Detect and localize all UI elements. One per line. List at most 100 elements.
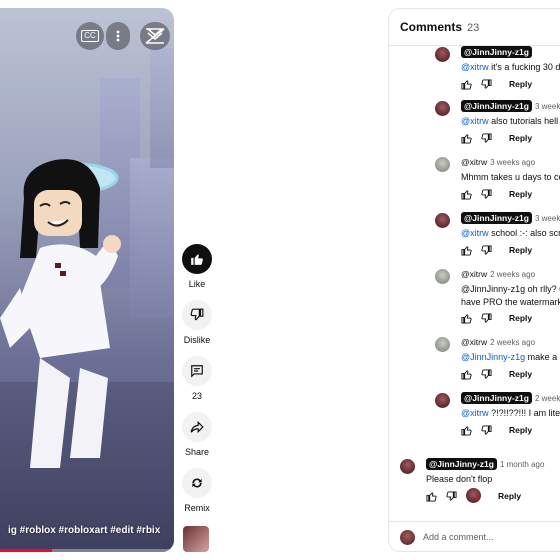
comment-text: @xitrw it's a fucking 30 d xyxy=(461,61,560,74)
thumb-up-icon[interactable] xyxy=(461,133,472,144)
thumb-up-icon[interactable] xyxy=(461,425,472,436)
reply-button[interactable]: Reply xyxy=(509,245,532,255)
comment-item: @JinnJinny-z1g2 weeks @xitrw ?!?!!??!!! I… xyxy=(389,387,560,437)
dislike-label: Dislike xyxy=(183,335,211,345)
comment-mention[interactable]: @JinnJinny-z1g xyxy=(461,352,525,362)
comment-item: @xitrw 2 weeks ago @JinnJinny-z1g make a Re… xyxy=(389,331,560,381)
reply-button[interactable]: Reply xyxy=(509,133,532,143)
avatar[interactable] xyxy=(435,213,450,228)
thumb-down-icon[interactable] xyxy=(481,313,492,324)
reply-button[interactable]: Reply xyxy=(509,79,532,89)
more-vert-icon xyxy=(116,30,120,42)
thumb-up-icon[interactable] xyxy=(461,313,472,324)
comment-time: 3 weeks ago xyxy=(490,158,536,167)
comment-mention[interactable]: @xitrw xyxy=(461,228,489,238)
comment-meta: @JinnJinny-z1g2 weeks xyxy=(461,392,560,404)
collapse-icon xyxy=(145,28,165,44)
comments-panel: Comments 23 @JinnJinny-z1g @xitrw it's a f… xyxy=(388,8,560,552)
add-comment-input[interactable]: Add a comment... xyxy=(423,532,494,542)
thumb-down-icon[interactable] xyxy=(481,79,492,90)
comment-mention[interactable]: @xitrw xyxy=(461,62,489,72)
video-caption[interactable]: ig #roblox #robloxart #edit #rbix xyxy=(8,525,174,536)
reply-button[interactable]: Reply xyxy=(509,189,532,199)
comment-time: 3 weeks xyxy=(534,102,560,111)
comment-actions: Reply xyxy=(461,425,560,437)
comment-text: @xitrw school :-: also scr xyxy=(461,227,560,240)
thumb-down-icon[interactable] xyxy=(481,425,492,436)
comment-mention[interactable]: @xitrw xyxy=(461,408,489,418)
comment-icon xyxy=(191,365,203,378)
comment-body: school :-: also scr xyxy=(488,228,560,238)
comment-author[interactable]: @JinnJinny-z1g xyxy=(461,46,532,58)
comment-author[interactable]: @xitrw xyxy=(461,337,487,347)
comment-text: Mhmm takes u days to co xyxy=(461,171,560,184)
comments-title: Comments xyxy=(400,20,463,34)
reply-button[interactable]: Reply xyxy=(509,313,532,323)
comment-actions: Reply xyxy=(461,313,560,325)
comment-item: @JinnJinny-z1g 1 month ago Please don't fl… xyxy=(389,453,560,503)
thumb-down-icon[interactable] xyxy=(481,245,492,256)
avatar[interactable] xyxy=(435,393,450,408)
avatar[interactable] xyxy=(435,101,450,116)
thumb-down-icon[interactable] xyxy=(481,133,492,144)
avatar[interactable] xyxy=(400,459,415,474)
background-building xyxy=(150,48,174,168)
reply-button[interactable]: Reply xyxy=(498,491,521,501)
add-comment-bar[interactable]: Add a comment... xyxy=(389,521,560,551)
channel-thumbnail[interactable] xyxy=(183,526,209,552)
comment-time: 3 weeks xyxy=(534,214,560,223)
thumb-up-icon[interactable] xyxy=(461,369,472,380)
heart-icon: ♥ xyxy=(475,496,480,503)
comment-time: 2 weeks xyxy=(534,394,560,403)
comment-text: @xitrw also tutorials hell xyxy=(461,115,558,128)
remix-icon xyxy=(192,478,202,488)
thumb-up-icon[interactable] xyxy=(426,491,437,502)
comments-button[interactable]: 23 xyxy=(180,356,214,401)
comment-actions: Reply xyxy=(461,133,560,145)
comment-meta: @xitrw 3 weeks ago xyxy=(461,157,535,167)
comment-actions: Reply xyxy=(461,245,560,257)
comment-meta: @JinnJinny-z1g3 weeks xyxy=(461,212,560,224)
short-video-player[interactable]: CC ig #roblox #robloxart #edit #rbix xyxy=(0,8,174,552)
like-button[interactable]: Like xyxy=(180,244,214,289)
comment-item: @JinnJinny-z1g3 weeks @xitrw school :-: a… xyxy=(389,207,560,257)
comment-time: 2 weeks ago xyxy=(490,338,536,347)
video-progress-bar[interactable] xyxy=(0,549,174,552)
comment-mention[interactable]: @xitrw xyxy=(461,116,489,126)
comment-author[interactable]: @xitrw xyxy=(461,157,487,167)
comments-count: 23 xyxy=(191,391,202,401)
thumb-down-icon[interactable] xyxy=(481,189,492,200)
thumb-down-icon[interactable] xyxy=(446,491,457,502)
dislike-button[interactable]: Dislike xyxy=(180,300,214,345)
roblox-character xyxy=(0,159,121,468)
comment-author[interactable]: @JinnJinny-z1g xyxy=(461,392,532,404)
remix-button[interactable]: Remix xyxy=(180,468,214,513)
comment-meta: @JinnJinny-z1g xyxy=(461,46,535,58)
reply-button[interactable]: Reply xyxy=(509,369,532,379)
avatar[interactable] xyxy=(435,269,450,284)
comments-header: Comments 23 xyxy=(389,9,560,46)
comment-body-line2: have PRO the watermark xyxy=(461,297,560,307)
thumb-up-icon[interactable] xyxy=(461,79,472,90)
thumb-up-icon xyxy=(191,254,203,265)
comment-body: make a xyxy=(525,352,558,362)
share-icon xyxy=(190,420,204,434)
comment-author[interactable]: @JinnJinny-z1g xyxy=(461,100,532,112)
share-button[interactable]: Share xyxy=(180,412,214,457)
more-options-button[interactable] xyxy=(106,22,130,50)
avatar[interactable] xyxy=(435,47,450,62)
comment-item: @xitrw 2 weeks ago @JinnJinny-z1g oh rlly?… xyxy=(389,263,560,325)
collapse-button[interactable] xyxy=(140,22,170,50)
thumb-down-icon[interactable] xyxy=(481,369,492,380)
comment-meta: @xitrw 2 weeks ago xyxy=(461,269,535,279)
comment-author[interactable]: @xitrw xyxy=(461,269,487,279)
thumb-up-icon[interactable] xyxy=(461,245,472,256)
avatar[interactable] xyxy=(435,157,450,172)
reply-button[interactable]: Reply xyxy=(509,425,532,435)
avatar[interactable] xyxy=(435,337,450,352)
captions-button[interactable]: CC xyxy=(76,22,104,50)
thumb-up-icon[interactable] xyxy=(461,189,472,200)
thumb-down-icon xyxy=(190,308,204,321)
comment-author[interactable]: @JinnJinny-z1g xyxy=(461,212,532,224)
comment-author[interactable]: @JinnJinny-z1g xyxy=(426,458,497,470)
